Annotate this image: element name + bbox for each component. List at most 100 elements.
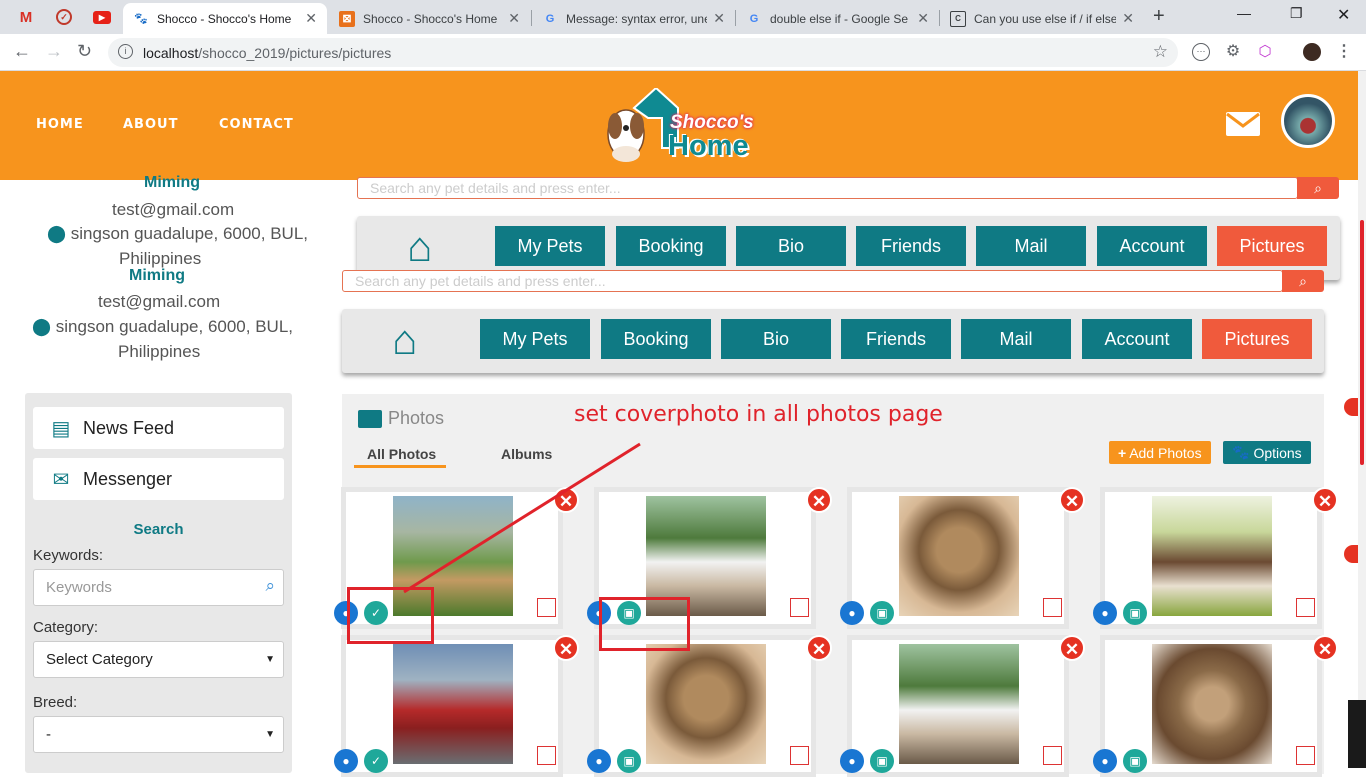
select-checkbox[interactable] [1296,598,1315,617]
maximize-icon[interactable]: ❐ [1290,5,1303,22]
nav-home-link[interactable]: HOME [36,117,84,132]
close-window-icon[interactable]: ✕ [1337,5,1350,25]
options-button[interactable]: 🐾 Options [1223,441,1311,464]
delete-photo-icon[interactable]: ✕ [806,487,832,513]
menu-my-pets[interactable]: My Pets [480,319,590,359]
photo-thumbnail[interactable] [1152,644,1272,764]
menu-friends[interactable]: Friends [856,226,966,266]
tab-albums[interactable]: Albums [501,446,552,462]
set-cover-photo-icon[interactable]: ▣ [1123,601,1147,625]
menu-booking[interactable]: Booking [616,226,726,266]
search-button[interactable]: ⌕ [1297,177,1339,199]
menu-mail[interactable]: Mail [961,319,1071,359]
photo-thumbnail[interactable] [1152,496,1272,616]
menu-friends[interactable]: Friends [841,319,951,359]
photo-thumbnail[interactable] [393,644,513,764]
close-tab-icon[interactable]: ✕ [305,10,317,27]
bookmark-star-icon[interactable]: ☆ [1153,42,1168,62]
tab-2[interactable]: ⊠ Shocco - Shocco's Home ✕ [329,3,530,34]
menu-account[interactable]: Account [1082,319,1192,359]
home-icon[interactable]: ⌂ [392,319,417,361]
breed-select[interactable]: - ▼ [33,716,284,753]
select-checkbox[interactable] [790,746,809,765]
side-float-button[interactable] [1344,398,1358,416]
delete-photo-icon[interactable]: ✕ [1312,635,1338,661]
select-checkbox[interactable] [1296,746,1315,765]
youtube-pinned-tab[interactable]: ▶ [88,4,116,30]
side-float-button[interactable] [1344,545,1358,563]
tab-all-photos[interactable]: All Photos [367,446,436,462]
close-tab-icon[interactable]: ✕ [508,10,520,27]
cover-photo-set-icon[interactable]: ✓ [364,749,388,773]
set-cover-photo-icon[interactable]: ▣ [870,749,894,773]
new-tab-icon[interactable]: + [1153,5,1165,28]
menu-bio[interactable]: Bio [736,226,846,266]
tab-3[interactable]: G Message: syntax error, une ✕ [532,3,735,34]
extension-icon[interactable]: ⚙ [1224,43,1242,61]
select-checkbox[interactable] [537,746,556,765]
url-field[interactable]: i localhost/shocco_2019/pictures/picture… [108,38,1178,67]
delete-photo-icon[interactable]: ✕ [1312,487,1338,513]
menu-my-pets[interactable]: My Pets [495,226,605,266]
select-checkbox[interactable] [1043,598,1062,617]
news-feed-link[interactable]: ▤ News Feed [33,407,284,449]
menu-pictures[interactable]: Pictures [1202,319,1312,359]
forward-icon[interactable]: → [45,41,63,62]
minimize-icon[interactable]: — [1237,5,1251,21]
user-avatar[interactable] [1281,94,1335,148]
keywords-input[interactable]: Keywords ⌕ [33,569,284,606]
select-checkbox[interactable] [1043,746,1062,765]
add-photos-button[interactable]: + Add Photos [1109,441,1211,464]
info-icon[interactable]: i [118,44,133,59]
set-profile-photo-icon[interactable]: ● [840,601,864,625]
close-tab-icon[interactable]: ✕ [917,10,929,27]
menu-account[interactable]: Account [1097,226,1207,266]
close-tab-icon[interactable]: ✕ [1122,10,1134,27]
browser-menu-icon[interactable]: ⋮ [1335,43,1353,61]
close-tab-icon[interactable]: ✕ [713,10,725,27]
nav-about-link[interactable]: ABOUT [123,117,178,132]
mail-icon[interactable] [1226,112,1260,136]
menu-bio[interactable]: Bio [721,319,831,359]
pet-search-input[interactable]: Search any pet details and press enter..… [357,177,1298,199]
delete-photo-icon[interactable]: ✕ [553,487,579,513]
home-icon[interactable]: ⌂ [407,226,432,268]
set-cover-photo-icon[interactable]: ▣ [1123,749,1147,773]
category-select[interactable]: Select Category ▼ [33,641,284,678]
scrollbar-thumb[interactable] [1360,220,1364,465]
select-checkbox[interactable] [537,598,556,617]
photo-thumbnail[interactable] [899,496,1019,616]
gmail-pinned-tab[interactable]: M [12,4,40,30]
menu-booking[interactable]: Booking [601,319,711,359]
tab-4[interactable]: G double else if - Google Se ✕ [736,3,939,34]
set-cover-photo-icon[interactable]: ▣ [870,601,894,625]
search-button[interactable]: ⌕ [1282,270,1324,292]
reload-icon[interactable]: ↻ [77,41,92,62]
site-logo[interactable]: Shocco's Home [600,88,760,166]
pet-search-input[interactable]: Search any pet details and press enter..… [342,270,1283,292]
set-profile-photo-icon[interactable]: ● [587,749,611,773]
tab-5[interactable]: C Can you use else if / if else ✕ [940,3,1144,34]
todoist-pinned-tab[interactable]: ✓ [50,4,78,30]
profile-avatar-icon[interactable] [1303,43,1321,61]
menu-mail[interactable]: Mail [976,226,1086,266]
nav-contact-link[interactable]: CONTACT [219,117,294,132]
graphql-extension-icon[interactable]: ⬡ [1256,43,1274,61]
tab-active[interactable]: 🐾 Shocco - Shocco's Home ✕ [123,3,327,34]
back-icon[interactable]: ← [13,41,31,62]
photo-thumbnail[interactable] [646,644,766,764]
delete-photo-icon[interactable]: ✕ [1059,487,1085,513]
extension-icon[interactable]: ⋯ [1192,43,1210,61]
photo-thumbnail[interactable] [899,644,1019,764]
set-profile-photo-icon[interactable]: ● [840,749,864,773]
messenger-link[interactable]: ✉ Messenger [33,458,284,500]
set-cover-photo-icon[interactable]: ▣ [617,749,641,773]
set-profile-photo-icon[interactable]: ● [1093,749,1117,773]
delete-photo-icon[interactable]: ✕ [806,635,832,661]
set-profile-photo-icon[interactable]: ● [1093,601,1117,625]
search-icon[interactable]: ⌕ [265,576,275,596]
select-checkbox[interactable] [790,598,809,617]
delete-photo-icon[interactable]: ✕ [553,635,579,661]
menu-pictures[interactable]: Pictures [1217,226,1327,266]
set-profile-photo-icon[interactable]: ● [334,749,358,773]
